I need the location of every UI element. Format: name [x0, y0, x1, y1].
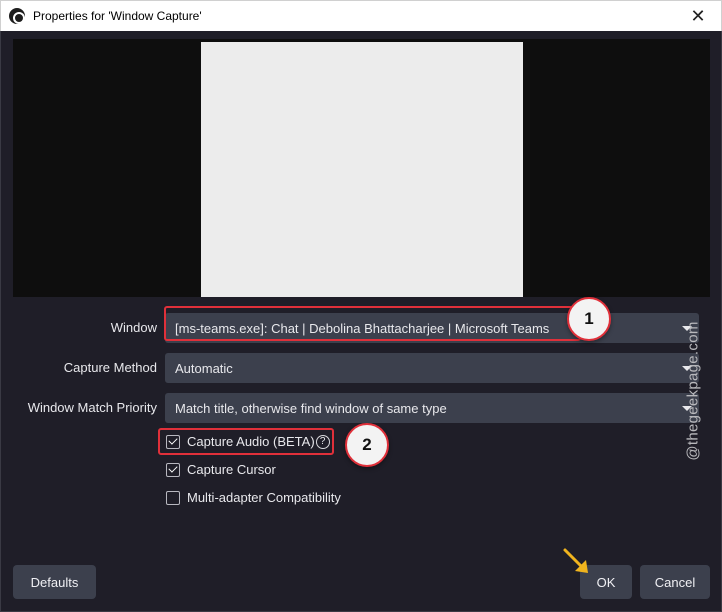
obs-app-icon [9, 8, 25, 24]
title-bar: Properties for 'Window Capture' ✕ [0, 0, 722, 31]
preview-window-image [201, 42, 523, 297]
step-badge-1: 1 [567, 297, 611, 341]
properties-dialog: Window [ms-teams.exe]: Chat | Debolina B… [0, 31, 722, 612]
window-select-value: [ms-teams.exe]: Chat | Debolina Bhattach… [175, 320, 550, 336]
pointer-arrow-icon [563, 548, 588, 573]
capture-cursor-checkbox[interactable] [166, 462, 180, 477]
window-title: Properties for 'Window Capture' [33, 9, 202, 23]
close-button[interactable]: ✕ [675, 1, 721, 32]
window-label: Window [110, 320, 157, 335]
capture-method-value: Automatic [175, 360, 233, 376]
help-icon[interactable]: ? [315, 434, 330, 449]
multi-adapter-checkbox[interactable] [166, 490, 180, 505]
capture-audio-label: Capture Audio (BETA) [187, 434, 315, 449]
window-select[interactable]: [ms-teams.exe]: Chat | Debolina Bhattach… [165, 313, 699, 343]
capture-cursor-label: Capture Cursor [187, 462, 276, 477]
capture-method-select[interactable]: Automatic [165, 353, 699, 383]
step-badge-2: 2 [345, 423, 389, 467]
capture-audio-checkbox-row[interactable]: Capture Audio (BETA) ? [166, 434, 330, 449]
cancel-button[interactable]: Cancel [640, 565, 710, 599]
match-priority-label: Window Match Priority [27, 400, 157, 415]
multi-adapter-checkbox-row[interactable]: Multi-adapter Compatibility [166, 490, 341, 505]
capture-preview [13, 39, 710, 297]
match-priority-value: Match title, otherwise find window of sa… [175, 400, 447, 416]
defaults-button[interactable]: Defaults [13, 565, 96, 599]
match-priority-select[interactable]: Match title, otherwise find window of sa… [165, 393, 699, 423]
capture-audio-checkbox[interactable] [166, 434, 180, 449]
capture-method-label: Capture Method [63, 360, 157, 375]
capture-cursor-checkbox-row[interactable]: Capture Cursor [166, 462, 276, 477]
watermark-text: @thegeekpage.com [684, 321, 702, 461]
multi-adapter-label: Multi-adapter Compatibility [187, 490, 341, 505]
